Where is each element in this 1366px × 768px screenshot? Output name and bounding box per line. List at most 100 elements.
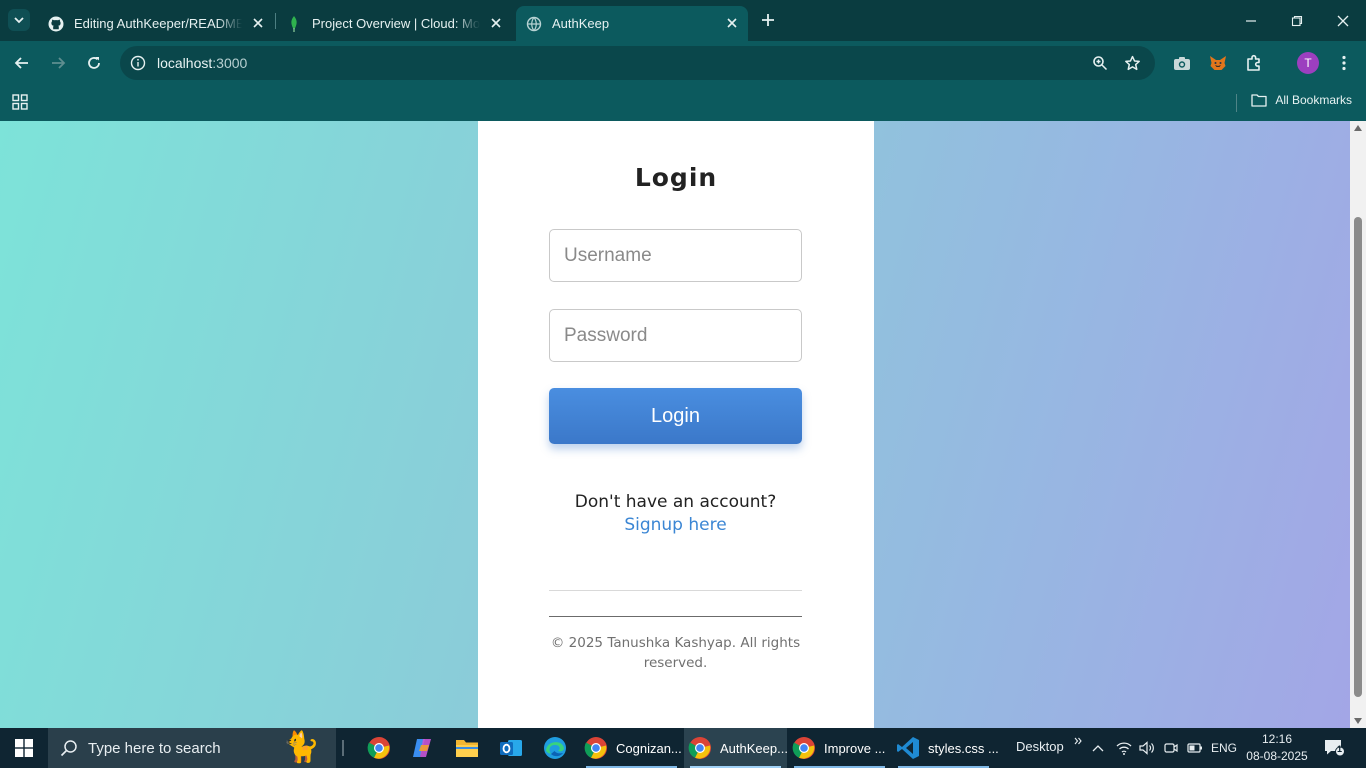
forward-button[interactable]	[46, 51, 70, 75]
close-icon[interactable]	[488, 15, 504, 31]
scrollbar-thumb[interactable]	[1354, 217, 1362, 697]
close-window-button[interactable]	[1320, 0, 1366, 41]
all-bookmarks-button[interactable]: All Bookmarks	[1251, 93, 1352, 107]
clock-time: 12:16	[1261, 732, 1293, 746]
arrow-right-icon	[52, 57, 66, 69]
apps-grid-button[interactable]	[10, 92, 30, 112]
tab-strip: Editing AuthKeeper/README.md Project Ove…	[0, 0, 1366, 41]
notification-count: 1	[1337, 744, 1343, 754]
battery-icon[interactable]	[1186, 738, 1204, 758]
arrow-left-icon	[14, 57, 28, 69]
username-input[interactable]	[549, 229, 802, 282]
search-icon	[60, 739, 78, 757]
extensions-button[interactable]	[1242, 51, 1266, 75]
new-tab-button[interactable]	[758, 10, 778, 30]
tab-mongodb-project[interactable]: Project Overview | Cloud: MongoDB Cloud	[276, 6, 512, 41]
screenshot-extension-button[interactable]	[1170, 51, 1194, 75]
globe-icon	[526, 16, 542, 32]
taskbar-app-label: Improve ...	[824, 740, 886, 756]
star-icon[interactable]	[1120, 51, 1144, 75]
footer-divider	[549, 616, 802, 617]
chrome-icon	[792, 736, 816, 760]
restore-button[interactable]	[1274, 0, 1320, 41]
minimize-button[interactable]	[1228, 0, 1274, 41]
chevron-up-icon[interactable]	[1090, 738, 1106, 758]
tab-authkeep[interactable]: AuthKeep	[516, 6, 748, 41]
system-clock[interactable]: 12:16 08-08-2025	[1244, 731, 1310, 765]
metamask-extension-button[interactable]	[1206, 51, 1230, 75]
reload-icon	[88, 57, 100, 69]
taskbar-search-placeholder: Type here to search	[88, 739, 221, 757]
puzzle-icon	[1247, 54, 1260, 71]
all-bookmarks-label: All Bookmarks	[1275, 93, 1352, 107]
speaker-icon[interactable]	[1138, 738, 1156, 758]
taskbar-search-box[interactable]: Type here to search 🐈	[48, 728, 336, 768]
github-icon	[48, 16, 64, 32]
taskbar-chrome-improve[interactable]: Improve ...	[788, 728, 891, 768]
close-icon[interactable]	[724, 15, 740, 31]
url-host: localhost	[157, 55, 213, 71]
notification-center-button[interactable]: 1	[1322, 738, 1348, 758]
url-port: :3000	[212, 55, 248, 71]
profile-avatar[interactable]: T	[1297, 52, 1319, 74]
tab-title: Project Overview | Cloud: MongoDB Cloud	[312, 16, 480, 31]
page-scrollbar[interactable]	[1350, 121, 1366, 728]
taskbar-divider	[342, 740, 344, 756]
start-button[interactable]	[0, 728, 48, 768]
page-title: Login	[634, 163, 718, 192]
divider	[549, 590, 802, 591]
minimize-icon	[1246, 19, 1256, 22]
taskbar-edge[interactable]	[535, 728, 575, 768]
windows-logo-icon	[15, 739, 33, 757]
language-indicator[interactable]: ENG	[1208, 738, 1240, 758]
desktop-toolbar-label[interactable]: Desktop	[1016, 739, 1064, 754]
mongodb-leaf-icon	[286, 15, 302, 32]
close-icon	[1337, 15, 1349, 26]
fox-icon	[1210, 56, 1226, 70]
taskbar-vscode-styles[interactable]: styles.css ...	[892, 728, 999, 768]
password-input[interactable]	[549, 309, 802, 362]
folder-icon	[1251, 93, 1267, 107]
camera-usage-icon[interactable]	[1162, 738, 1180, 758]
footer-copyright: © 2025 Tanushka Kashyap. All rights rese…	[550, 635, 801, 671]
tab-github-readme[interactable]: Editing AuthKeeper/README.md	[38, 6, 274, 41]
address-bar[interactable]: localhost:3000	[120, 46, 1155, 80]
cat-illustration-icon: 🐈	[282, 731, 320, 764]
zoom-icon[interactable]	[1088, 51, 1112, 75]
tab-search-button[interactable]	[8, 9, 30, 31]
site-info-icon[interactable]	[128, 53, 148, 73]
login-button[interactable]: Login	[549, 388, 802, 444]
tab-title: AuthKeep	[552, 16, 610, 31]
wifi-icon[interactable]	[1114, 738, 1134, 758]
bookmarks-separator	[1236, 94, 1237, 112]
outlook-icon	[491, 728, 531, 768]
taskbar-copilot[interactable]	[403, 728, 443, 768]
taskbar-app-label: AuthKeep...	[720, 740, 788, 756]
signup-link[interactable]: Signup here	[624, 515, 726, 535]
signup-prompt-text: Don't have an account?	[574, 492, 777, 512]
close-icon[interactable]	[250, 15, 266, 31]
browser-menu-button[interactable]	[1332, 51, 1356, 75]
page-viewport: Login Login Don't have an account? Signu…	[0, 121, 1350, 728]
taskbar-app-label: styles.css ...	[928, 740, 999, 756]
back-button[interactable]	[10, 51, 34, 75]
login-card: Login Login Don't have an account? Signu…	[478, 121, 874, 728]
taskbar-chrome[interactable]	[359, 728, 399, 768]
tab-title: Editing AuthKeeper/README.md	[74, 16, 242, 31]
taskbar-chrome-authkeep[interactable]: AuthKeep...	[684, 728, 788, 768]
scroll-up-arrow-icon[interactable]	[1354, 125, 1362, 131]
chrome-icon	[359, 728, 399, 768]
edge-icon	[535, 728, 575, 768]
double-chevron-icon[interactable]	[1072, 731, 1084, 751]
kebab-menu-icon	[1342, 55, 1346, 71]
taskbar-file-explorer[interactable]	[447, 728, 487, 768]
reload-button[interactable]	[82, 51, 106, 75]
taskbar-outlook[interactable]	[491, 728, 531, 768]
chrome-icon	[584, 736, 608, 760]
copilot-icon	[403, 728, 443, 768]
folder-icon	[447, 728, 487, 768]
plus-icon	[762, 14, 774, 26]
taskbar-chrome-cognizant[interactable]: Cognizan...	[580, 728, 683, 768]
camera-icon	[1174, 57, 1190, 70]
scroll-down-arrow-icon[interactable]	[1354, 718, 1362, 724]
